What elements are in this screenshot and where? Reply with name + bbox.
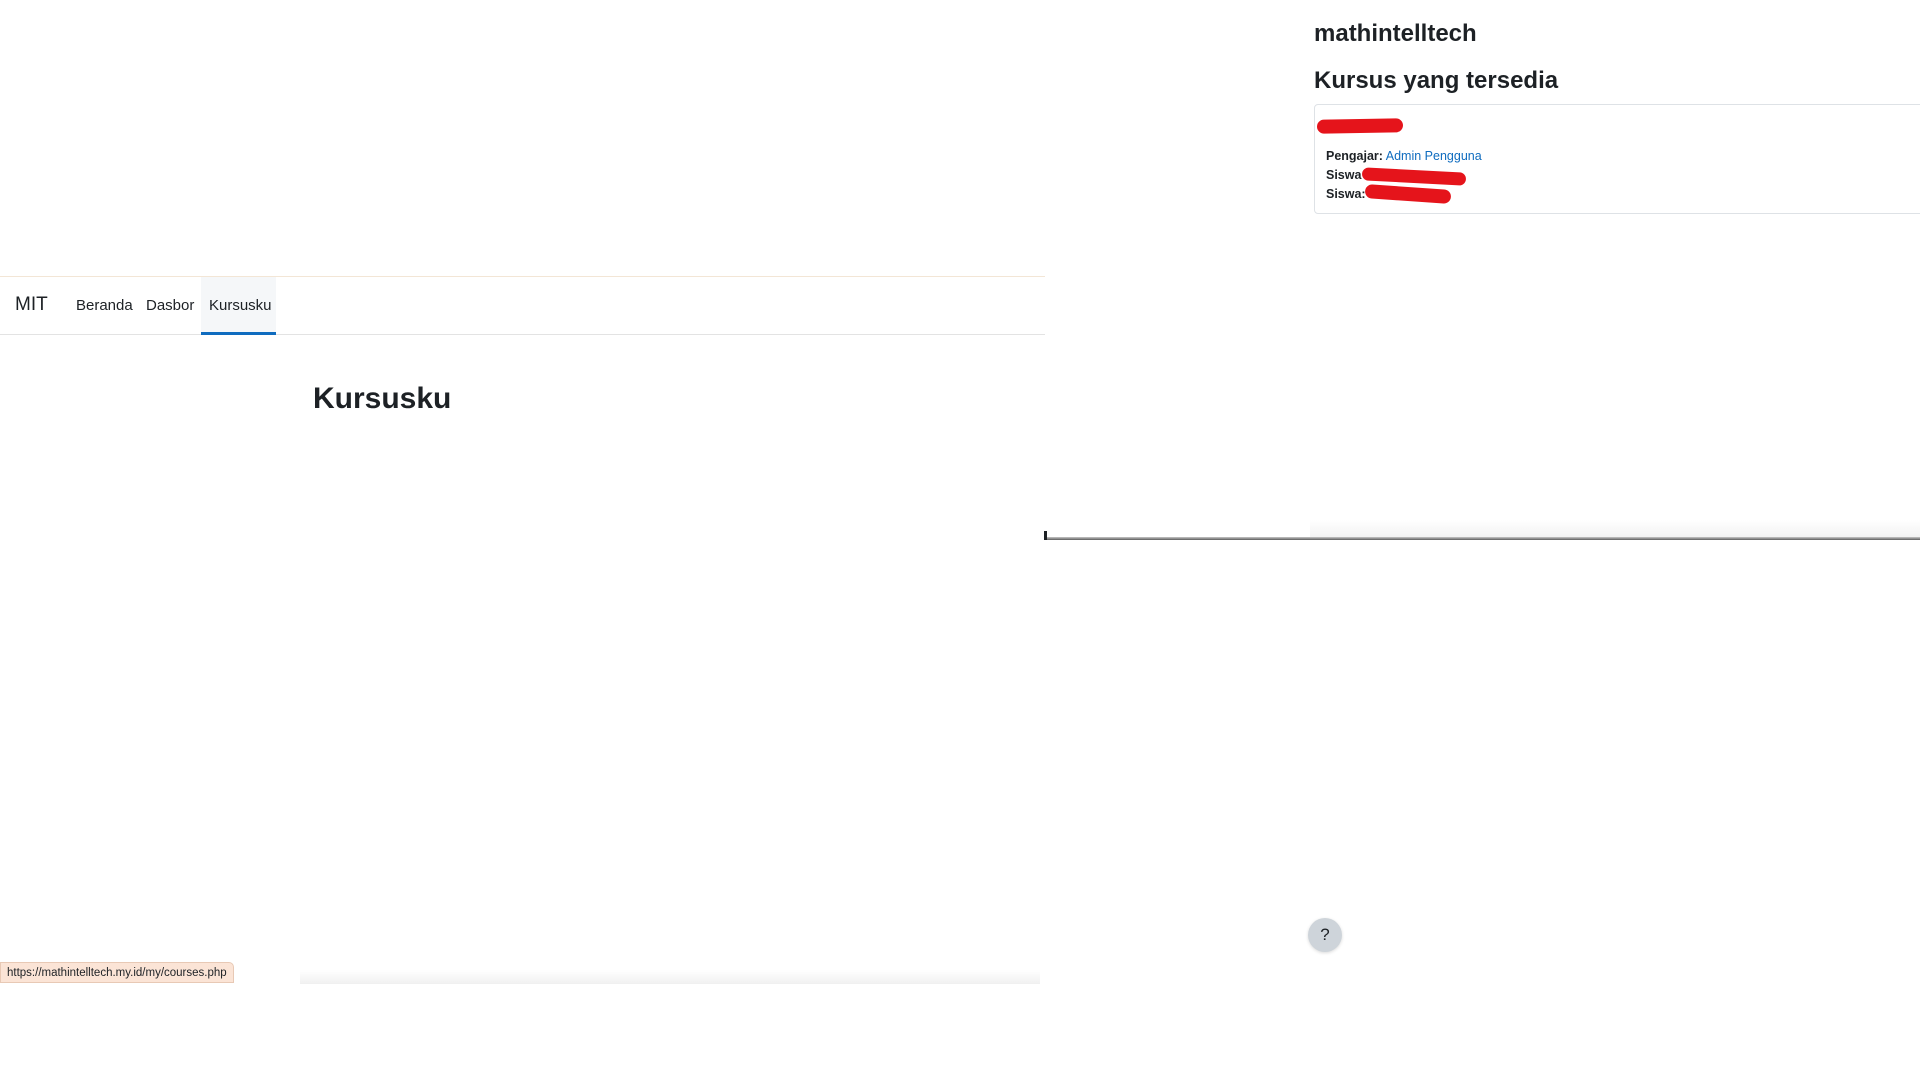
available-courses-heading: Kursus yang tersedia: [1314, 67, 1559, 94]
site-brand[interactable]: MIT: [15, 294, 48, 316]
teacher-row: Pengajar: Admin Pengguna: [1326, 149, 1482, 163]
redacted-course-name: [1316, 118, 1404, 134]
help-button[interactable]: ?: [1308, 918, 1342, 952]
my-courses-page: MIT Beranda Dasbor Kursusku Kursusku htt…: [0, 0, 1045, 984]
nav-item-beranda[interactable]: Beranda: [68, 277, 141, 335]
primary-navbar: MIT Beranda Dasbor Kursusku: [0, 277, 1045, 335]
teacher-link[interactable]: Admin Pengguna: [1386, 149, 1482, 163]
nav-item-dasbor[interactable]: Dasbor: [138, 277, 202, 335]
panel-divider: [1044, 537, 1920, 540]
page-title: Kursusku: [313, 382, 452, 415]
student-label: Siswa: [1326, 168, 1362, 182]
student-label: Siswa:: [1326, 187, 1366, 201]
footer-shadow: [300, 970, 1040, 984]
teacher-label: Pengajar:: [1326, 149, 1383, 163]
student-row: Siswa: [1326, 168, 1361, 182]
course-card[interactable]: Pengajar: Admin Pengguna Siswa Siswa:: [1314, 104, 1920, 214]
panel-shadow: [1310, 520, 1920, 537]
link-status-bar: https://mathintelltech.my.id/my/courses.…: [0, 962, 234, 983]
frontpage-panel: mathintelltech Kursus yang tersedia Peng…: [1045, 0, 1920, 540]
student-row: Siswa:: [1326, 187, 1366, 201]
redacted-student-name: [1364, 184, 1452, 204]
site-name-heading: mathintelltech: [1314, 20, 1477, 47]
nav-item-kursusku[interactable]: Kursusku: [201, 277, 276, 335]
panel-divider-corner: [1044, 531, 1047, 540]
redacted-student-name: [1361, 167, 1467, 186]
